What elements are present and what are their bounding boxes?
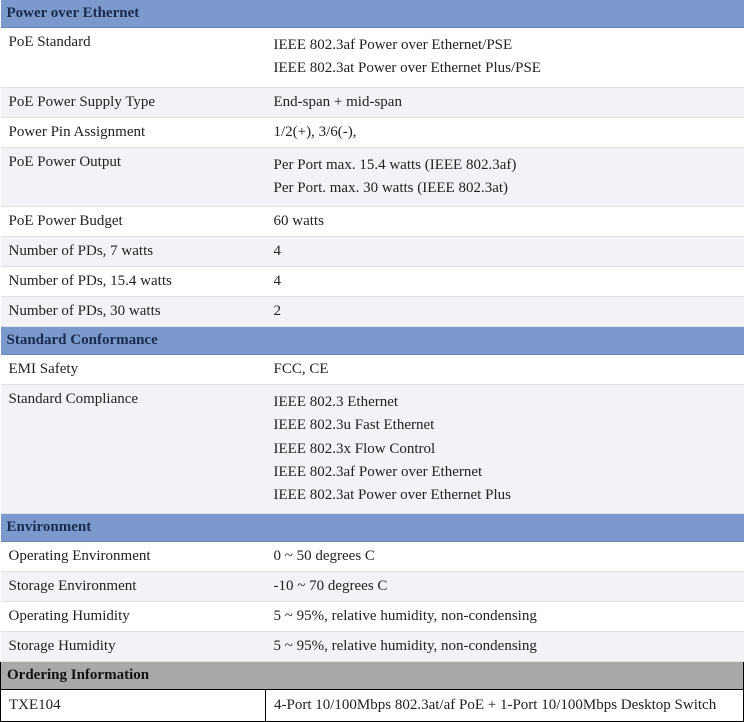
row-power-pin: Power Pin Assignment 1/2(+), 3/6(-),: [1, 117, 744, 147]
cell-label: EMI Safety: [1, 355, 266, 385]
row-poe-output: PoE Power Output Per Port max. 15.4 watt…: [1, 147, 744, 207]
cell-label: TXE104: [1, 690, 266, 722]
value-line: IEEE 802.3x Flow Control: [274, 438, 736, 461]
cell-value: Per Port max. 15.4 watts (IEEE 802.3af) …: [266, 147, 744, 207]
cell-value: 60 watts: [266, 207, 744, 237]
value-line: Per Port. max. 30 watts (IEEE 802.3at): [274, 177, 736, 200]
cell-value: 4: [266, 237, 744, 267]
spec-table: Power over Ethernet PoE Standard IEEE 80…: [0, 0, 744, 722]
cell-label: Storage Environment: [1, 572, 266, 602]
cell-value: IEEE 802.3 Ethernet IEEE 802.3u Fast Eth…: [266, 385, 744, 514]
row-storage-humidity: Storage Humidity 5 ~ 95%, relative humid…: [1, 632, 744, 662]
cell-label: PoE Power Output: [1, 147, 266, 207]
value-line: Per Port max. 15.4 watts (IEEE 802.3af): [274, 154, 736, 177]
row-operating-humidity: Operating Humidity 5 ~ 95%, relative hum…: [1, 602, 744, 632]
cell-label: Number of PDs, 7 watts: [1, 237, 266, 267]
value-line: IEEE 802.3af Power over Ethernet: [274, 461, 736, 484]
cell-value: End-span + mid-span: [266, 87, 744, 117]
section-header-poe: Power over Ethernet: [1, 0, 744, 28]
section-header-label: Ordering Information: [1, 662, 744, 690]
cell-label: Standard Compliance: [1, 385, 266, 514]
cell-value: 4: [266, 267, 744, 297]
section-header-label: Environment: [1, 514, 744, 542]
cell-label: PoE Power Supply Type: [1, 87, 266, 117]
cell-value: FCC, CE: [266, 355, 744, 385]
cell-value: 5 ~ 95%, relative humidity, non-condensi…: [266, 602, 744, 632]
row-pd-15w: Number of PDs, 15.4 watts 4: [1, 267, 744, 297]
cell-value: IEEE 802.3af Power over Ethernet/PSE IEE…: [266, 28, 744, 88]
row-pd-7w: Number of PDs, 7 watts 4: [1, 237, 744, 267]
row-pd-30w: Number of PDs, 30 watts 2: [1, 297, 744, 327]
cell-label: Power Pin Assignment: [1, 117, 266, 147]
cell-value: -10 ~ 70 degrees C: [266, 572, 744, 602]
cell-value: 2: [266, 297, 744, 327]
row-ordering-model: TXE104 4-Port 10/100Mbps 802.3at/af PoE …: [1, 690, 744, 722]
row-emi-safety: EMI Safety FCC, CE: [1, 355, 744, 385]
cell-label: Number of PDs, 30 watts: [1, 297, 266, 327]
cell-value: 0 ~ 50 degrees C: [266, 542, 744, 572]
section-header-label: Standard Conformance: [1, 327, 744, 355]
row-operating-environment: Operating Environment 0 ~ 50 degrees C: [1, 542, 744, 572]
section-header-conformance: Standard Conformance: [1, 327, 744, 355]
cell-label: Operating Humidity: [1, 602, 266, 632]
spec-table-container: Power over Ethernet PoE Standard IEEE 80…: [0, 0, 744, 722]
cell-label: Number of PDs, 15.4 watts: [1, 267, 266, 297]
value-line: IEEE 802.3 Ethernet: [274, 391, 736, 414]
cell-label: Storage Humidity: [1, 632, 266, 662]
cell-label: PoE Power Budget: [1, 207, 266, 237]
row-standard-compliance: Standard Compliance IEEE 802.3 Ethernet …: [1, 385, 744, 514]
value-line: IEEE 802.3af Power over Ethernet/PSE: [274, 34, 736, 57]
cell-label: PoE Standard: [1, 28, 266, 88]
section-header-ordering: Ordering Information: [1, 662, 744, 690]
value-line: IEEE 802.3at Power over Ethernet Plus: [274, 484, 736, 507]
row-poe-supply-type: PoE Power Supply Type End-span + mid-spa…: [1, 87, 744, 117]
row-poe-budget: PoE Power Budget 60 watts: [1, 207, 744, 237]
value-line: IEEE 802.3u Fast Ethernet: [274, 414, 736, 437]
row-poe-standard: PoE Standard IEEE 802.3af Power over Eth…: [1, 28, 744, 88]
section-header-environment: Environment: [1, 514, 744, 542]
cell-value: 4-Port 10/100Mbps 802.3at/af PoE + 1-Por…: [266, 690, 744, 722]
cell-label: Operating Environment: [1, 542, 266, 572]
value-line: IEEE 802.3at Power over Ethernet Plus/PS…: [274, 57, 736, 80]
section-header-label: Power over Ethernet: [1, 0, 744, 28]
cell-value: 1/2(+), 3/6(-),: [266, 117, 744, 147]
cell-value: 5 ~ 95%, relative humidity, non-condensi…: [266, 632, 744, 662]
row-storage-environment: Storage Environment -10 ~ 70 degrees C: [1, 572, 744, 602]
